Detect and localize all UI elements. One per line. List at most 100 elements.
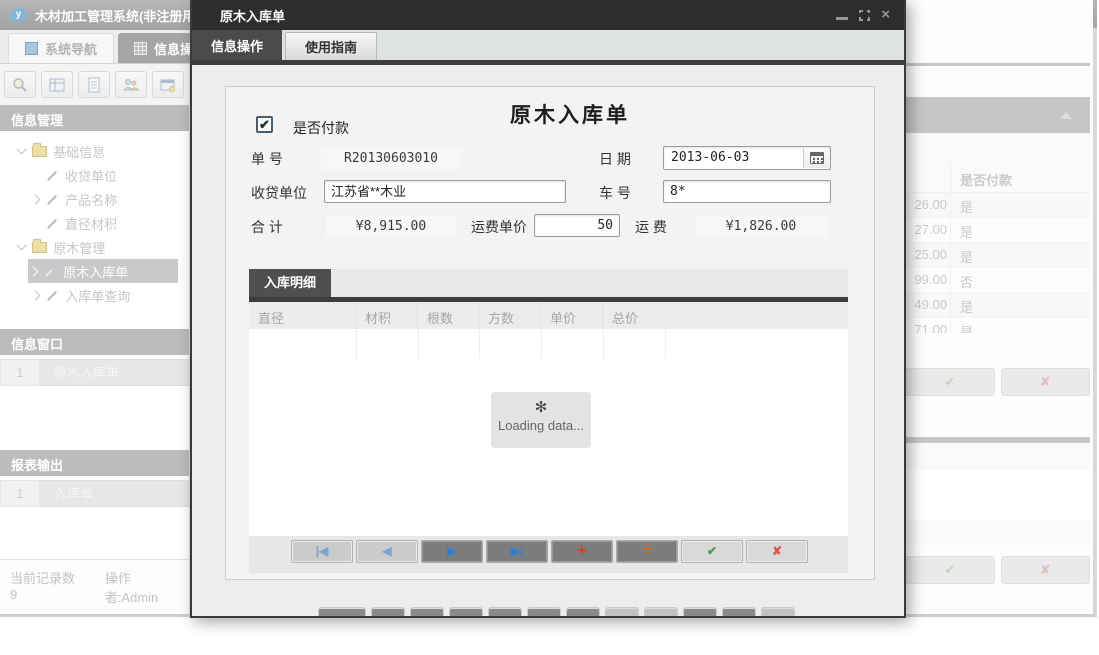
col-volume[interactable]: 材积 xyxy=(356,302,418,329)
form-icon xyxy=(44,265,57,278)
window-list-item[interactable]: 1 原木入库单 xyxy=(0,359,189,386)
tab-user-guide[interactable]: 使用指南 xyxy=(285,32,377,60)
order-no-label: 单 号 xyxy=(251,149,283,169)
toolbar-button[interactable] xyxy=(722,607,756,618)
paid-checkbox[interactable]: ✔ xyxy=(256,116,273,133)
col-cubic[interactable]: 方数 xyxy=(479,302,541,329)
chevron-right-icon[interactable] xyxy=(31,290,41,300)
chevron-right-icon[interactable] xyxy=(31,194,41,204)
list-label: 原木入库单 xyxy=(40,359,189,386)
table-row[interactable]: 25.00是 xyxy=(905,243,1090,268)
tab-system-nav-label: 系统导航 xyxy=(45,39,97,58)
table-row[interactable]: 99.00否 xyxy=(905,268,1090,293)
form-icon xyxy=(46,193,59,206)
report-list-item[interactable]: 1 入库单 xyxy=(0,480,189,507)
users-icon xyxy=(123,77,139,93)
tree-label: 产品名称 xyxy=(65,190,117,209)
tree-item-product[interactable]: 产品名称 xyxy=(0,187,189,211)
sidebar: 信息管理 基础信息 收贷单位 产品名称 直径材积 原木管理 原木入库单 入 xyxy=(0,65,190,618)
date-field[interactable]: 2013-06-03 xyxy=(663,146,831,170)
tab-system-nav[interactable]: 系统导航 xyxy=(8,33,114,63)
record-count: 当前记录数 9 xyxy=(10,568,81,606)
tree-node-base-info[interactable]: 基础信息 xyxy=(0,139,189,163)
col-count[interactable]: 根数 xyxy=(418,302,479,329)
chevron-down-icon[interactable] xyxy=(17,241,27,251)
collapse-up-icon[interactable] xyxy=(1060,112,1072,119)
tree-item-diameter[interactable]: 直径材积 xyxy=(0,211,189,235)
toolbar-button[interactable] xyxy=(410,607,444,618)
cancel-record-button[interactable]: ✘ xyxy=(746,540,808,563)
post-record-button[interactable]: ✔ xyxy=(681,540,743,563)
panel-strip xyxy=(905,443,1090,545)
total-value: ¥8,915.00 xyxy=(326,216,456,238)
loading-text: Loading data... xyxy=(491,418,591,433)
tree-item-log-entry[interactable]: 原木入库单 xyxy=(28,259,178,283)
toolbar-button[interactable] xyxy=(488,607,522,618)
cell-paid: 是 xyxy=(960,247,973,266)
table-row[interactable]: 26.00是 xyxy=(905,193,1090,218)
date-value[interactable]: 2013-06-03 xyxy=(671,150,749,165)
freight-value: ¥1,826.00 xyxy=(695,216,827,238)
insert-record-button[interactable]: + xyxy=(551,540,613,563)
tree-item-entry-query[interactable]: 入库单查询 xyxy=(0,283,189,307)
toolbar-button[interactable] xyxy=(683,607,717,618)
detail-tabbar: 入库明细 xyxy=(249,269,848,297)
total-label: 合 计 xyxy=(251,217,283,237)
maximize-icon[interactable] xyxy=(859,10,870,21)
next-record-button[interactable]: ▶ xyxy=(421,540,483,563)
record-navigator: |◀ ◀ ▶ ▶| + = ✔ ✘ xyxy=(291,540,808,563)
date-picker-button[interactable] xyxy=(803,148,829,168)
tab-entry-detail[interactable]: 入库明细 xyxy=(249,269,331,297)
tree-item-receiver[interactable]: 收贷单位 xyxy=(0,163,189,187)
collapsible-panel-header[interactable] xyxy=(905,97,1090,133)
receiver-input[interactable]: 江苏省**木业 xyxy=(324,180,566,203)
dialog-titlebar[interactable]: 原木入库单 × xyxy=(192,0,904,30)
form-icon xyxy=(46,217,59,230)
table-button[interactable] xyxy=(41,71,73,98)
first-record-button[interactable]: |◀ xyxy=(291,540,353,563)
status-bar: 当前记录数 9 操作者:Admin xyxy=(0,559,189,614)
paid-checkbox-label: 是否付款 xyxy=(293,118,349,138)
toolbar-button[interactable] xyxy=(371,607,405,618)
log-entry-dialog: 原木入库单 × 信息操作 使用指南 原木入库单 ✔ 是否付款 单 号 R2013… xyxy=(190,0,906,618)
chevron-down-icon[interactable] xyxy=(17,145,27,155)
cell-paid: 是 xyxy=(960,222,973,241)
bg-confirm-row: ✔ ✘ xyxy=(905,368,1090,396)
document-button[interactable] xyxy=(78,71,110,98)
table-row[interactable]: 49.00是 xyxy=(905,293,1090,318)
table-row[interactable]: 71.00是 xyxy=(905,318,1090,333)
operator: 操作者:Admin xyxy=(105,568,179,606)
freight-price-label: 运费单价 xyxy=(471,217,527,237)
cancel-button[interactable]: ✘ xyxy=(1001,556,1091,584)
close-icon[interactable]: × xyxy=(881,8,890,22)
toolbar-button[interactable] xyxy=(566,607,600,618)
col-unit-price[interactable]: 单价 xyxy=(541,302,603,329)
cancel-button[interactable]: ✘ xyxy=(1001,368,1091,396)
confirm-button[interactable]: ✔ xyxy=(905,368,995,396)
toolbar-button[interactable] xyxy=(527,607,561,618)
toolbar-button[interactable] xyxy=(318,607,366,618)
col-total-price[interactable]: 总价 xyxy=(603,302,665,329)
users-button[interactable] xyxy=(115,71,147,98)
tab-info-ops[interactable]: 信息操作 xyxy=(192,30,282,60)
toolbar-button[interactable] xyxy=(449,607,483,618)
truck-no-input[interactable]: 8* xyxy=(663,180,831,203)
tree-node-log-mgmt[interactable]: 原木管理 xyxy=(0,235,189,259)
freight-label: 运 费 xyxy=(635,217,667,237)
search-button[interactable] xyxy=(4,71,36,98)
minimize-icon[interactable] xyxy=(836,17,848,20)
toolbar-button[interactable] xyxy=(605,607,639,618)
chevron-right-icon[interactable] xyxy=(29,266,39,276)
confirm-button[interactable]: ✔ xyxy=(905,556,995,584)
col-diameter[interactable]: 直径 xyxy=(249,302,356,329)
loading-indicator: ✻ Loading data... xyxy=(491,392,591,448)
delete-record-button[interactable]: = xyxy=(616,540,678,563)
freight-price-input[interactable]: 50 xyxy=(534,214,620,237)
toolbar-button[interactable] xyxy=(644,607,678,618)
window-button[interactable] xyxy=(152,71,184,98)
spinner-icon: ✻ xyxy=(535,398,548,416)
toolbar-button[interactable] xyxy=(761,607,795,618)
prior-record-button[interactable]: ◀ xyxy=(356,540,418,563)
table-row[interactable]: 27.00是 xyxy=(905,218,1090,243)
last-record-button[interactable]: ▶| xyxy=(486,540,548,563)
